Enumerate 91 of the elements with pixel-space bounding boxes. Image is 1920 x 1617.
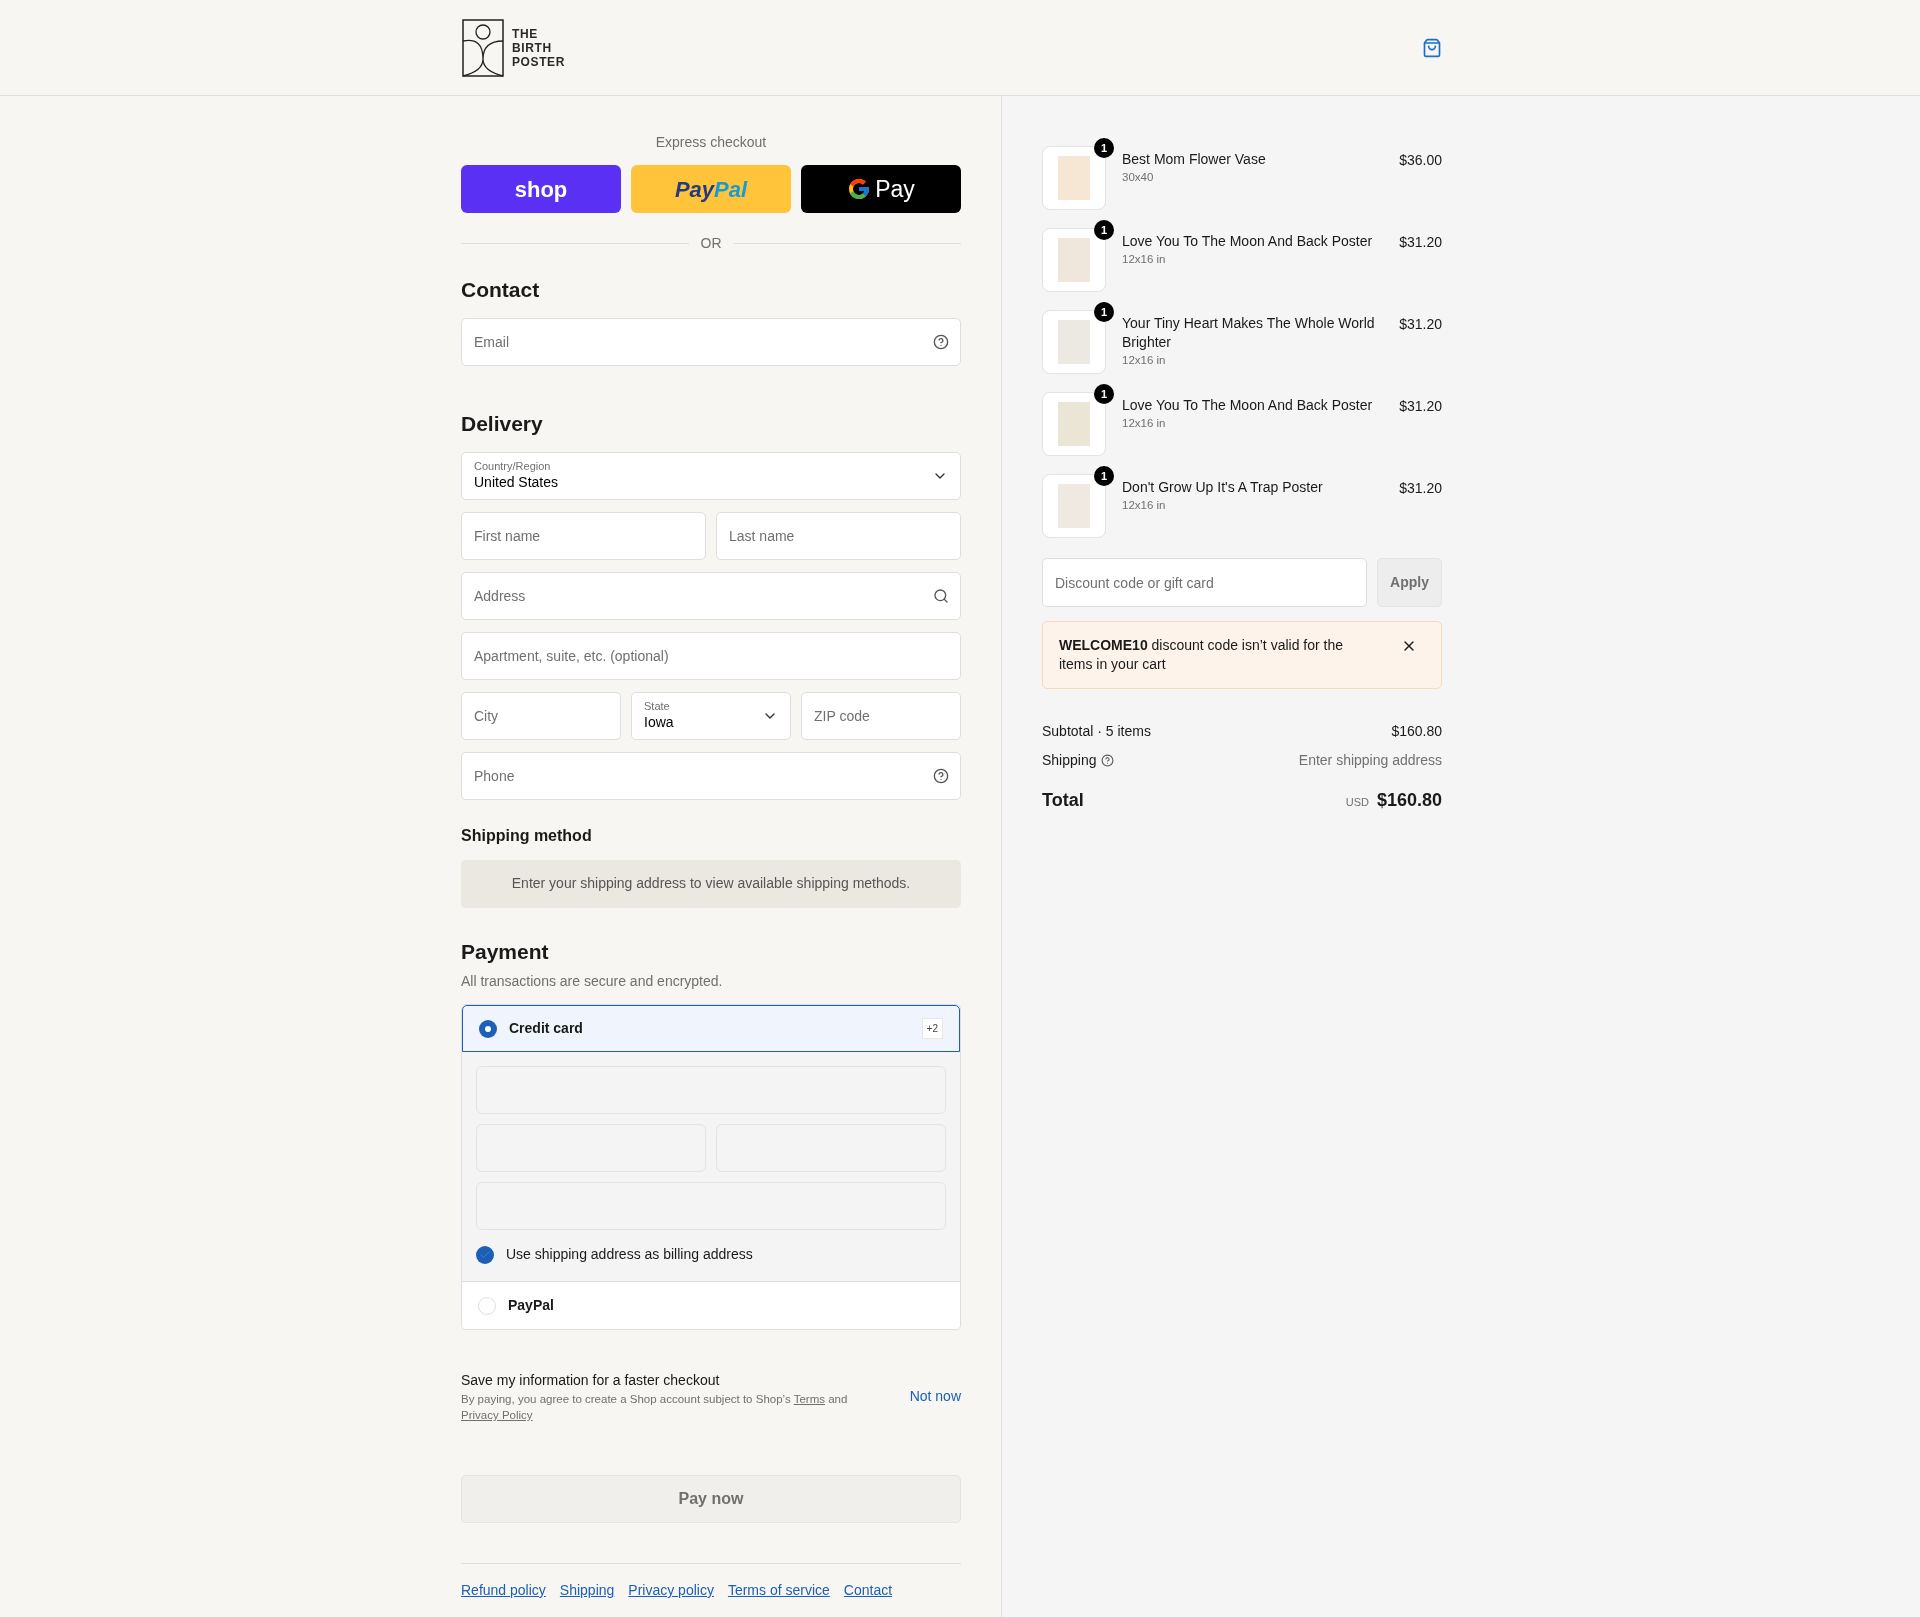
input-field[interactable]: Phone	[461, 751, 961, 800]
footer-link[interactable]: Shipping	[559, 1580, 615, 1601]
currency-code: USD	[1345, 795, 1369, 810]
total-value: $160.80	[1376, 789, 1442, 812]
product-thumbnail	[1042, 392, 1106, 456]
search-icon	[933, 587, 949, 604]
logo-text: BIRTH	[512, 40, 553, 55]
product-thumbnail	[1042, 474, 1106, 538]
summary-value: $160.80	[1391, 722, 1442, 741]
input-field[interactable]: First name	[461, 511, 706, 560]
checkbox[interactable]	[476, 1245, 494, 1264]
quantity-badge: 1	[1094, 220, 1114, 240]
not-now-link[interactable]: Not now	[909, 1386, 961, 1407]
product-name: Your Tiny Heart Makes The Whole World Brighter	[1122, 314, 1376, 352]
footer-link[interactable]: Refund policy	[461, 1580, 546, 1601]
error-message: WELCOME10 discount code isn’t valid for the items in your cart	[1059, 636, 1345, 674]
consent-text: By paying, you agree to create a Shop account subject to Shop’s Terms and Privacy Policy	[461, 1392, 849, 1423]
shop-pay-button[interactable]: shop	[461, 165, 621, 213]
consent-link[interactable]: Privacy Policy	[461, 1409, 533, 1421]
section-heading: Shipping method	[461, 825, 593, 846]
input-field[interactable]: Last name	[716, 511, 961, 560]
input-field[interactable]: City	[461, 691, 621, 740]
product-variant: 12x16 in	[1122, 416, 1167, 431]
total-label: Total	[1042, 789, 1084, 812]
footer-link[interactable]: Contact	[843, 1580, 893, 1601]
section-label: Express checkout	[654, 133, 768, 152]
summary-label: Shipping	[1042, 751, 1097, 770]
section-heading: Delivery	[461, 411, 544, 437]
product-name: Don't Grow Up It's A Trap Poster	[1122, 478, 1324, 497]
logo-text: THE	[512, 26, 539, 41]
section-heading: Payment	[461, 938, 550, 965]
logo-text: POSTER	[512, 54, 565, 69]
payment-option[interactable]: Credit card +2	[462, 1005, 960, 1052]
field-label: Country/Region	[474, 459, 552, 474]
product-thumbnail	[1042, 228, 1106, 292]
paypal-button[interactable]: PayPal	[631, 165, 791, 213]
shipping-notice: Enter your shipping address to view available shipping methods.	[461, 859, 961, 908]
product-name: Best Mom Flower Vase	[1122, 150, 1267, 169]
discount-field[interactable]: Discount code or gift card	[1042, 558, 1368, 607]
footer-link[interactable]: Terms of service	[727, 1580, 830, 1601]
product-price: $31.20	[1399, 479, 1442, 498]
input-field[interactable]: Apartment, suite, etc. (optional)	[461, 631, 961, 680]
pay-now-button[interactable]: Pay now	[461, 1475, 961, 1523]
section-subtitle: All transactions are secure and encrypted.	[461, 972, 724, 991]
product-name: Love You To The Moon And Back Poster	[1122, 396, 1374, 415]
radio-button[interactable]	[478, 1296, 496, 1315]
radio-button[interactable]	[479, 1019, 497, 1038]
checkbox-label: Use shipping address as billing address	[506, 1245, 753, 1264]
help-icon[interactable]	[933, 333, 949, 350]
save-info-title: Save my information for a faster checkout	[461, 1371, 721, 1390]
product-thumbnail	[1042, 310, 1106, 374]
google-pay-button[interactable]: Pay	[801, 165, 961, 213]
quantity-badge: 1	[1094, 384, 1114, 404]
payment-option[interactable]: PayPal	[462, 1282, 960, 1329]
product-variant: 12x16 in	[1122, 498, 1167, 513]
product-variant: 12x16 in	[1122, 353, 1167, 368]
product-variant: 12x16 in	[1122, 252, 1167, 267]
quantity-badge: 1	[1094, 466, 1114, 486]
google-g-icon	[847, 177, 872, 201]
input-field[interactable]: Email	[461, 317, 961, 366]
field-label: State	[644, 699, 671, 714]
footer-link[interactable]: Privacy policy	[628, 1580, 714, 1601]
logo-icon	[462, 18, 504, 77]
product-name: Love You To The Moon And Back Poster	[1122, 232, 1374, 251]
product-thumbnail	[1042, 146, 1106, 210]
logo[interactable]: THE BIRTH POSTER	[462, 18, 565, 77]
summary-value: Enter shipping address	[1298, 751, 1442, 770]
quantity-badge: 1	[1094, 138, 1114, 158]
select-field[interactable]: Country/Region United States	[461, 451, 961, 500]
quantity-badge: 1	[1094, 302, 1114, 322]
option-label: PayPal	[508, 1296, 555, 1315]
field-value: United States	[474, 473, 559, 492]
product-price: $31.20	[1399, 315, 1442, 334]
input-field[interactable]: ZIP code	[801, 691, 961, 740]
apply-button[interactable]: Apply	[1377, 558, 1442, 607]
help-icon[interactable]	[933, 767, 949, 784]
input-field[interactable]: Address	[461, 571, 961, 620]
product-price: $31.20	[1399, 233, 1442, 252]
product-variant: 30x40	[1122, 170, 1155, 185]
field-value: Iowa	[644, 713, 674, 732]
product-price: $31.20	[1399, 397, 1442, 416]
summary-label: Subtotal · 5 items	[1042, 722, 1151, 741]
shopping-bag-icon[interactable]	[1422, 37, 1442, 58]
divider-label: OR	[700, 234, 722, 253]
option-label: Credit card	[509, 1019, 584, 1038]
product-price: $36.00	[1399, 151, 1442, 170]
help-icon[interactable]	[1100, 754, 1114, 767]
select-field[interactable]: State Iowa	[631, 691, 791, 740]
more-methods-badge: +2	[921, 1018, 943, 1039]
consent-link[interactable]: Terms	[793, 1393, 825, 1405]
section-heading: Contact	[461, 277, 541, 303]
